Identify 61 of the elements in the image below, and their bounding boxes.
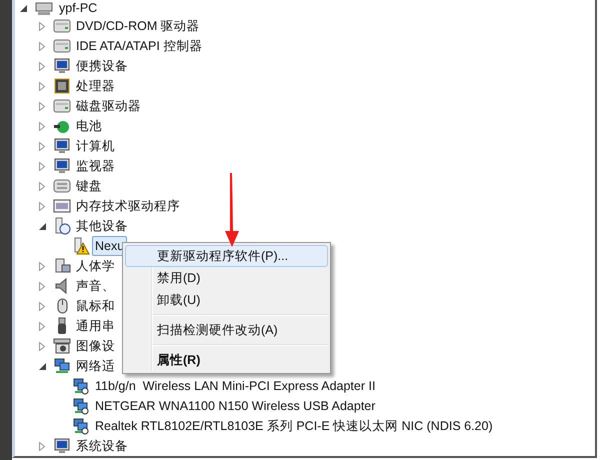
expand-arrow-icon[interactable] (39, 302, 45, 310)
monitor-icon (53, 137, 71, 155)
expand-arrow-icon[interactable] (39, 262, 45, 270)
tree-item[interactable]: NETGEAR WNA1100 N150 Wireless USB Adapter (92, 396, 378, 416)
tree-item[interactable]: 系统设备 (73, 436, 131, 456)
drive-icon (53, 17, 71, 35)
drive-icon (53, 37, 71, 55)
expand-arrow-icon[interactable] (39, 322, 45, 330)
tree-item[interactable]: 声音、 (73, 276, 118, 296)
tree-item[interactable]: Realtek RTL8102E/RTL8103E 系列 PCI-E 快速以太网 NIC (NDIS 6.20) (92, 416, 496, 436)
card-icon (53, 197, 71, 215)
menu-item[interactable]: 卸载(U) (125, 289, 328, 311)
chip-icon (53, 77, 71, 95)
tree-item[interactable]: 电池 (73, 116, 105, 136)
tree-item[interactable]: 11b/g/n Wireless LAN Mini-PCI Express Adapter II (92, 376, 378, 396)
collapse-arrow-icon[interactable] (39, 362, 46, 370)
monitor-icon (53, 157, 71, 175)
tree-item[interactable]: 监视器 (73, 156, 118, 176)
tree-item[interactable]: 图像设 (73, 336, 118, 356)
collapse-arrow-icon[interactable] (39, 222, 46, 230)
menu-item[interactable]: 更新驱动程序软件(P)... (125, 245, 328, 267)
expand-arrow-icon[interactable] (39, 102, 45, 110)
keyboard-icon (53, 177, 71, 195)
tree-item[interactable]: 计算机 (73, 136, 118, 156)
expand-arrow-icon[interactable] (39, 62, 45, 70)
tree-item[interactable]: 通用串 (73, 316, 118, 336)
expand-arrow-icon[interactable] (39, 182, 45, 190)
device-icon (53, 257, 71, 275)
monitor-icon (53, 437, 71, 455)
expand-arrow-icon[interactable] (39, 442, 45, 450)
camera-icon (53, 337, 71, 355)
tree-item[interactable]: IDE ATA/ATAPI 控制器 (73, 36, 206, 56)
tree-item[interactable]: DVD/CD-ROM 驱动器 (73, 16, 203, 36)
collapse-arrow-icon[interactable] (20, 4, 27, 12)
tree-item[interactable]: 其他设备 (73, 216, 131, 236)
expand-arrow-icon[interactable] (39, 42, 45, 50)
expand-arrow-icon[interactable] (39, 142, 45, 150)
computer-icon (34, 0, 54, 17)
device-question-icon (53, 217, 71, 235)
tree-item[interactable]: 鼠标和 (73, 296, 118, 316)
tree-item[interactable]: 处理器 (73, 76, 118, 96)
tree-item[interactable]: ypf-PC (56, 0, 100, 18)
network-icon (53, 357, 71, 375)
expand-arrow-icon[interactable] (39, 162, 45, 170)
drive-icon (53, 97, 71, 115)
expand-arrow-icon[interactable] (39, 22, 45, 30)
menu-item[interactable]: 扫描检测硬件改动(A) (125, 319, 328, 341)
tree-item[interactable]: 便携设备 (73, 56, 131, 76)
menu-item[interactable]: 属性(R) (125, 349, 328, 371)
menu-item[interactable]: 禁用(D) (125, 267, 328, 289)
expand-arrow-icon[interactable] (39, 202, 45, 210)
tree-item[interactable]: 内存技术驱动程序 (73, 196, 183, 216)
tree-item[interactable]: 人体学 (73, 256, 118, 276)
tree-item[interactable]: 磁盘驱动器 (73, 96, 144, 116)
expand-arrow-icon[interactable] (39, 82, 45, 90)
expand-arrow-icon[interactable] (39, 282, 45, 290)
monitor-icon (53, 57, 71, 75)
tree-item[interactable]: 网络适 (73, 356, 118, 376)
expand-arrow-icon[interactable] (39, 122, 45, 130)
expand-arrow-icon[interactable] (39, 342, 45, 350)
tree-item[interactable]: 键盘 (73, 176, 105, 196)
